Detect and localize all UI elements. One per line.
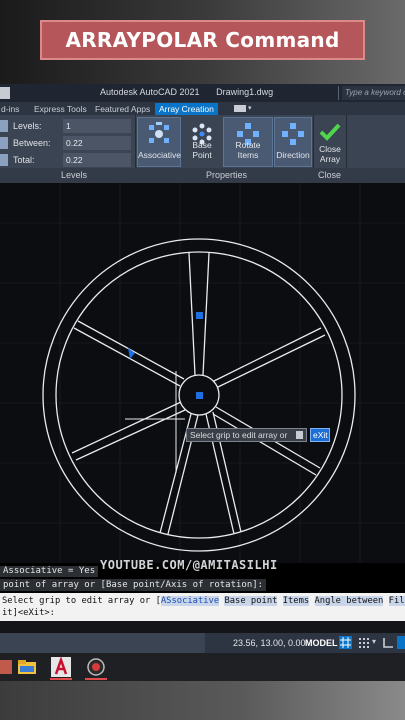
active-app-indicator — [85, 678, 107, 680]
close-panel-title: Close — [318, 170, 342, 180]
file-title: Drawing1.dwg — [216, 87, 274, 97]
tab-express-tools[interactable]: Express Tools — [30, 103, 91, 115]
close-array-label: Close Array — [316, 144, 344, 164]
ribbon-footer: Levels Properties Close — [0, 168, 405, 183]
command-divider — [0, 621, 405, 633]
checkmark-icon — [319, 123, 341, 141]
exit-option[interactable]: eXit — [310, 428, 330, 442]
direction-button[interactable]: Direction — [274, 117, 312, 167]
total-icon — [0, 154, 8, 166]
levels-icon — [0, 120, 8, 132]
associative-label: Associative — [138, 150, 181, 160]
base-point-button[interactable]: Base Point — [182, 117, 222, 167]
channel-watermark: YOUTUBE.COM/@AMITASILHI — [100, 558, 278, 572]
grid-display-icon[interactable] — [339, 636, 352, 649]
levels-panel-title: Levels — [61, 170, 88, 180]
option-base-point[interactable]: Base point — [224, 596, 278, 606]
snap-mode-icon[interactable] — [357, 636, 370, 649]
quick-access-icon[interactable] — [0, 87, 10, 99]
video-header-area: ARRAYPOLAR Command — [0, 0, 405, 84]
properties-panel-title: Properties — [206, 170, 248, 180]
between-input[interactable]: 0.22 — [63, 136, 131, 150]
close-label-line1: Close — [319, 144, 341, 154]
between-icon — [0, 137, 8, 149]
titlebar-divider — [338, 86, 339, 100]
chevron-down-icon[interactable]: ▾ — [372, 637, 376, 646]
rotate-items-button[interactable]: Rotate Items — [223, 117, 273, 167]
levels-input[interactable]: 1 — [63, 119, 131, 133]
panel-toggle-icon[interactable] — [234, 105, 246, 112]
option-associative[interactable]: ASsociative — [160, 596, 220, 606]
active-app-indicator — [50, 678, 72, 680]
direction-label: Direction — [276, 150, 310, 160]
video-footer-area — [0, 681, 405, 720]
crosshair-cursor — [125, 371, 185, 473]
option-fill-angle[interactable]: Fill angle — [388, 596, 405, 606]
command-prompt-line2: it]<eXit>: — [2, 608, 55, 618]
base-point-grip[interactable] — [196, 392, 203, 399]
chevron-down-icon[interactable]: ▾ — [248, 104, 252, 112]
associative-icon — [149, 122, 169, 143]
polar-tracking-icon[interactable] — [397, 636, 405, 649]
polar-array-drawing[interactable] — [0, 183, 405, 563]
direction-icon — [282, 123, 304, 145]
between-label: Between: — [13, 138, 51, 148]
base-point-label: Base Point — [192, 140, 212, 160]
ortho-mode-icon[interactable] — [382, 636, 395, 649]
model-space-button[interactable]: MODEL — [305, 638, 338, 648]
option-angle-between[interactable]: Angle between — [314, 596, 384, 606]
levels-label: Levels: — [13, 121, 42, 131]
app-title: Autodesk AutoCAD 2021 — [100, 87, 200, 97]
os-taskbar — [0, 653, 405, 681]
file-explorer-icon[interactable] — [16, 656, 38, 678]
option-items[interactable]: Items — [282, 596, 310, 606]
total-label: Total: — [13, 155, 35, 165]
application-titlebar: Autodesk AutoCAD 2021 Drawing1.dwg Type … — [0, 84, 405, 102]
command-history-line: Associative = Yes — [0, 566, 99, 577]
total-field: Total: 0.22 — [0, 153, 135, 167]
command-history-line: point of array or [Base point/Axis of ro… — [0, 579, 267, 591]
associative-button[interactable]: Associative — [137, 117, 181, 167]
total-input[interactable]: 0.22 — [63, 153, 131, 167]
tab-featured-apps[interactable]: Featured Apps — [91, 103, 154, 115]
command-prompt-text: Select grip to edit array or [ — [2, 596, 161, 606]
tab-array-creation[interactable]: Array Creation — [155, 103, 218, 115]
video-title-banner: ARRAYPOLAR Command — [40, 20, 365, 60]
recorder-icon[interactable] — [85, 656, 107, 678]
rotate-items-label: Rotate Items — [235, 140, 261, 160]
search-input[interactable]: Type a keyword or phrase — [342, 86, 405, 100]
autocad-icon[interactable] — [50, 656, 72, 678]
cursor-coordinates: 23.56, 13.00, 0.00 — [233, 638, 306, 648]
tab-add-ins[interactable]: d-ins — [0, 103, 23, 115]
between-field: Between: 0.22 — [0, 136, 135, 150]
ribbon-tabs: d-ins Express Tools Featured Apps Array … — [0, 102, 405, 115]
grip-square[interactable] — [196, 312, 203, 319]
command-line[interactable]: Select grip to edit array or [ASsociativ… — [0, 593, 405, 621]
close-array-button[interactable]: Close Array — [315, 117, 345, 167]
levels-field: Levels: 1 — [0, 119, 135, 133]
dynamic-input-prompt: Select grip to edit array or — [186, 428, 307, 442]
close-label-line2: Array — [319, 154, 341, 164]
drawing-canvas[interactable]: Select grip to edit array or eXit — [0, 183, 405, 563]
app-icon[interactable] — [0, 656, 14, 678]
status-bar: 23.56, 13.00, 0.00 MODEL ▾ — [0, 633, 405, 653]
options-dropdown-icon[interactable] — [296, 431, 303, 439]
